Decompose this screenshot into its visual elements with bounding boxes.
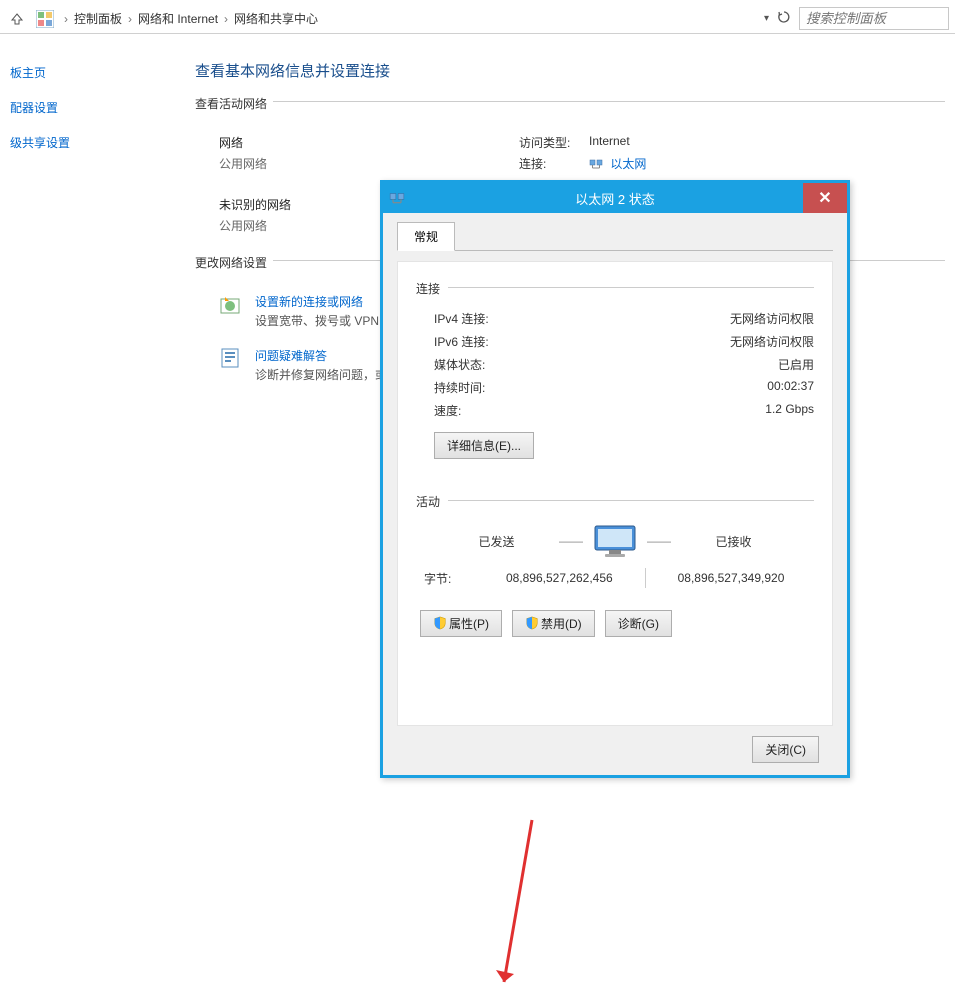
- speed-label: 速度:: [434, 402, 461, 419]
- disable-button[interactable]: 禁用(D): [512, 610, 595, 637]
- troubleshoot-desc: 诊断并修复网络问题，或者: [255, 366, 399, 383]
- page-title: 查看基本网络信息并设置连接: [195, 60, 945, 81]
- breadcrumb[interactable]: › 控制面板 › 网络和 Internet › 网络和共享中心: [58, 10, 756, 27]
- access-type-value: Internet: [589, 134, 630, 151]
- search-input[interactable]: [799, 7, 949, 30]
- address-bar: › 控制面板 › 网络和 Internet › 网络和共享中心 ▾: [0, 4, 955, 34]
- duration-label: 持续时间:: [434, 379, 485, 396]
- activity-section-label: 活动: [416, 493, 440, 510]
- close-button[interactable]: 关闭(C): [752, 736, 819, 763]
- control-panel-icon: [36, 10, 54, 28]
- crumb-sharing-center[interactable]: 网络和共享中心: [234, 10, 318, 27]
- refresh-icon[interactable]: [777, 10, 791, 27]
- properties-button[interactable]: 属性(P): [420, 610, 502, 637]
- ipv6-value: 无网络访问权限: [730, 333, 814, 350]
- crumb-network-internet[interactable]: 网络和 Internet: [138, 10, 218, 27]
- computer-icon: [593, 524, 637, 558]
- network-name: 网络: [219, 134, 519, 151]
- tab-strip: 常规: [397, 221, 833, 251]
- tab-general[interactable]: 常规: [397, 222, 455, 251]
- received-label: 已接收: [715, 533, 751, 550]
- close-icon[interactable]: ✕: [803, 183, 847, 213]
- ethernet-icon: [589, 156, 603, 170]
- access-type-label: 访问类型:: [519, 134, 589, 151]
- sidebar: 板主页 配器设置 级共享设置: [10, 64, 150, 169]
- up-button[interactable]: [6, 8, 28, 30]
- dialog-titlebar[interactable]: 以太网 2 状态 ✕: [383, 183, 847, 213]
- new-connection-icon: [219, 293, 247, 315]
- crumb-control-panel[interactable]: 控制面板: [74, 10, 122, 27]
- sent-label: 已发送: [478, 533, 514, 550]
- sidebar-home[interactable]: 板主页: [10, 64, 150, 81]
- sidebar-advanced-sharing[interactable]: 级共享设置: [10, 134, 150, 151]
- ipv6-label: IPv6 连接:: [434, 333, 489, 350]
- connection-label: 连接:: [519, 155, 589, 172]
- change-settings-label: 更改网络设置: [195, 254, 267, 271]
- sidebar-adapter-settings[interactable]: 配器设置: [10, 99, 150, 116]
- ipv4-label: IPv4 连接:: [434, 310, 489, 327]
- speed-value: 1.2 Gbps: [765, 402, 814, 419]
- network-profile: 公用网络: [219, 155, 519, 172]
- ipv4-value: 无网络访问权限: [730, 310, 814, 327]
- annotation-arrow: [494, 814, 554, 1004]
- bytes-received-value: 08,896,527,349,920: [656, 571, 806, 585]
- dropdown-icon[interactable]: ▾: [764, 13, 769, 24]
- media-value: 已启用: [778, 356, 814, 373]
- new-connection-desc: 设置宽带、拨号或 VPN 连: [255, 312, 394, 329]
- media-label: 媒体状态:: [434, 356, 485, 373]
- shield-icon: [433, 616, 447, 630]
- troubleshoot-icon: [219, 347, 247, 369]
- troubleshoot-link[interactable]: 问题疑难解答: [255, 347, 399, 364]
- dialog-title-text: 以太网 2 状态: [575, 189, 654, 208]
- bytes-label: 字节:: [424, 570, 474, 587]
- connection-link[interactable]: 以太网: [610, 157, 646, 171]
- shield-icon: [525, 616, 539, 630]
- ethernet-status-dialog: 以太网 2 状态 ✕ 常规 连接 IPv4 连接: 无网络访问权限 IPv6 连接…: [380, 180, 850, 778]
- dialog-title-icon: [389, 189, 407, 207]
- connection-section-label: 连接: [416, 280, 440, 297]
- details-button[interactable]: 详细信息(E)...: [434, 432, 534, 459]
- active-networks-label: 查看活动网络: [195, 95, 267, 112]
- new-connection-link[interactable]: 设置新的连接或网络: [255, 293, 394, 310]
- duration-value: 00:02:37: [767, 379, 814, 396]
- bytes-sent-value: 08,896,527,262,456: [484, 571, 634, 585]
- diagnose-button[interactable]: 诊断(G): [605, 610, 672, 637]
